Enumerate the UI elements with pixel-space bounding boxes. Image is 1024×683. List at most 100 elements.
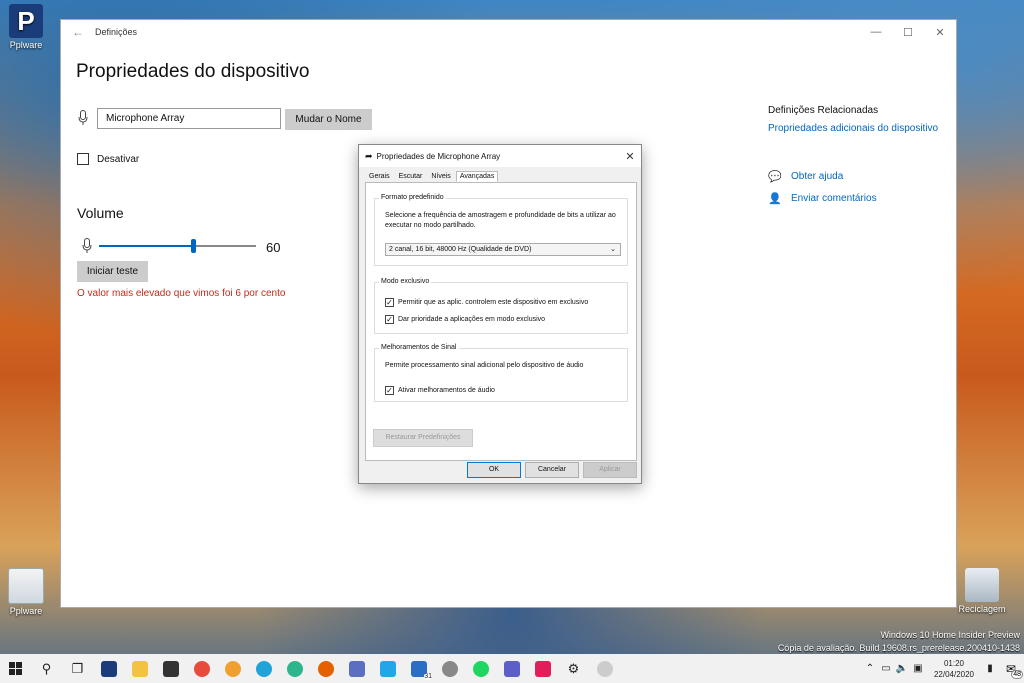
send-feedback-link[interactable]: Enviar comentários (791, 193, 877, 204)
audio-enhancements-label: Ativar melhoramentos de áudio (398, 387, 495, 394)
chevron-up-icon[interactable]: ⌃ (862, 663, 878, 674)
ok-button[interactable]: OK (467, 462, 521, 478)
spotify-icon[interactable] (465, 654, 496, 683)
clock-time: 01:20 (943, 658, 965, 668)
cancel-button[interactable]: Cancelar (525, 462, 579, 478)
system-tray: ⌃ ▭ 🔈 ▣ 01:20 22/04/2020 ▮ ✉ 48 (862, 654, 1024, 683)
edge-icon[interactable] (248, 654, 279, 683)
firefox-icon[interactable] (310, 654, 341, 683)
group-title: Melhoramentos de Sinal (379, 344, 459, 351)
volume-slider[interactable] (99, 239, 256, 253)
signal-description: Permite processamento sinal adicional pe… (385, 362, 584, 369)
volume-icon[interactable]: 🔈 (894, 663, 910, 674)
device-name-input[interactable]: Microphone Array (97, 108, 281, 129)
window-title: Definições (95, 27, 138, 37)
pplware-logo-icon: P (9, 4, 43, 38)
settings-titlebar: ← Definições — ☐ ✕ (61, 20, 956, 44)
terminal-icon[interactable] (155, 654, 186, 683)
mic-activity-icon[interactable]: ▮ (982, 663, 998, 674)
minimize-icon[interactable]: — (860, 26, 892, 38)
maximize-icon[interactable]: ☐ (892, 26, 924, 39)
file-explorer-icon[interactable] (124, 654, 155, 683)
app-icon[interactable] (589, 654, 620, 683)
visual-studio-code-icon[interactable] (372, 654, 403, 683)
recycle-bin-icon (965, 568, 999, 602)
allow-exclusive-label: Permitir que as aplic. controlem este di… (398, 299, 589, 306)
back-arrow-icon[interactable]: ← (61, 25, 95, 39)
clock-date: 22/04/2020 (933, 669, 975, 679)
selected-format: 2 canal, 16 bit, 48000 Hz (Qualidade de … (389, 246, 532, 253)
page-title: Propriedades do dispositivo (76, 61, 310, 82)
tab-escutar[interactable]: Escutar (395, 171, 427, 182)
exclusive-mode-group: Modo exclusivo ✓ Permitir que as aplic. … (374, 278, 628, 334)
restore-defaults-button[interactable]: Restaurar Predefinições (373, 429, 473, 447)
rename-button[interactable]: Mudar o Nome (285, 109, 372, 130)
apply-button[interactable]: Aplicar (583, 462, 637, 478)
start-windows-icon[interactable] (0, 654, 31, 683)
get-help-link[interactable]: Obter ajuda (791, 171, 843, 182)
tab-gerais[interactable]: Gerais (365, 171, 394, 182)
close-icon[interactable]: ✕ (619, 150, 641, 163)
notification-icon[interactable]: ✉ 48 (998, 662, 1024, 679)
advanced-tab-panel: Formato predefinido Selecione a frequênc… (365, 182, 637, 461)
help-icon: 💬 (768, 171, 782, 183)
desktop-icon-label: Reciclagem (958, 604, 1006, 614)
dialog-tabs: Gerais Escutar Níveis Avançadas (365, 171, 499, 182)
audio-enhancements-checkbox[interactable]: ✓ (385, 386, 394, 395)
chrome-dev-icon[interactable] (434, 654, 465, 683)
build-watermark-line1: Windows 10 Home Insider Preview (880, 630, 1020, 640)
volume-slider-thumb[interactable] (191, 239, 196, 253)
signal-enhancements-group: Melhoramentos de Sinal Permite processam… (374, 344, 628, 402)
desktop-icon-recycle-bin[interactable]: Reciclagem (952, 568, 1012, 614)
default-format-description: Selecione a frequência de amostragem e p… (385, 212, 616, 229)
disable-label: Desativar (97, 154, 140, 165)
speaker-icon: ➦ (365, 150, 373, 161)
chrome-canary-icon[interactable] (217, 654, 248, 683)
close-icon[interactable]: ✕ (924, 26, 956, 39)
microphone-icon (78, 110, 88, 129)
search-icon[interactable]: ⚲ (31, 654, 62, 683)
build-watermark-line2: Cópia de avaliação. Build 19608.rs_prere… (777, 643, 1020, 653)
chrome-icon[interactable] (186, 654, 217, 683)
clock[interactable]: 01:20 22/04/2020 (926, 658, 982, 680)
start-test-button[interactable]: Iniciar teste (77, 261, 148, 282)
microphone-icon (82, 238, 92, 257)
additional-properties-link[interactable]: Propriedades adicionais do dispositivo (768, 123, 938, 134)
default-format-select[interactable]: 2 canal, 16 bit, 48000 Hz (Qualidade de … (385, 243, 621, 256)
paint-icon[interactable] (341, 654, 372, 683)
tab-niveis[interactable]: Níveis (427, 171, 454, 182)
edge-beta-icon[interactable] (279, 654, 310, 683)
related-settings-title: Definições Relacionadas (768, 105, 879, 116)
dialog-titlebar: ➦ Propriedades de Microphone Array ✕ (359, 145, 641, 167)
teams-icon[interactable] (496, 654, 527, 683)
desktop-icon-file[interactable]: Pplware (0, 568, 56, 616)
task-view-icon[interactable]: ❐ (62, 654, 93, 683)
group-title: Formato predefinido (379, 194, 446, 201)
exclusive-priority-checkbox[interactable]: ✓ (385, 315, 394, 324)
calendar-icon[interactable]: 31 (403, 654, 434, 683)
desktop-icon-pplware[interactable]: P Pplware (0, 4, 56, 50)
allow-exclusive-checkbox[interactable]: ✓ (385, 298, 394, 307)
pplware-app-icon[interactable] (93, 654, 124, 683)
calendar-badge: 31 (424, 673, 432, 680)
microphone-properties-dialog: ➦ Propriedades de Microphone Array ✕ Ger… (358, 144, 642, 484)
volume-title: Volume (77, 205, 124, 221)
feedback-icon: 👤 (768, 193, 782, 205)
battery-icon[interactable]: ▭ (878, 663, 894, 674)
taskbar: ⚲ ❐ 31 ⚙ ⌃ ▭ 🔈 ▣ 01:20 22/04/2020 ▮ ✉ 48 (0, 654, 1024, 683)
exclusive-priority-label: Dar prioridade a aplicações em modo excl… (398, 316, 546, 323)
network-icon[interactable]: ▣ (910, 663, 926, 674)
slack-icon[interactable] (527, 654, 558, 683)
file-icon (8, 568, 44, 604)
chevron-down-icon: ⌄ (610, 246, 616, 253)
disable-checkbox[interactable] (77, 153, 89, 165)
desktop-icon-label: Pplware (9, 606, 43, 616)
volume-slider-fill (99, 245, 193, 247)
tab-avancadas[interactable]: Avançadas (455, 171, 499, 182)
peak-level-warning: O valor mais elevado que vimos foi 6 por… (77, 288, 286, 299)
default-format-group: Formato predefinido Selecione a frequênc… (374, 194, 628, 266)
dialog-title: Propriedades de Microphone Array (376, 151, 501, 161)
settings-gear-icon[interactable]: ⚙ (558, 654, 589, 683)
volume-value: 60 (266, 240, 281, 255)
notification-count: 48 (1011, 669, 1023, 679)
